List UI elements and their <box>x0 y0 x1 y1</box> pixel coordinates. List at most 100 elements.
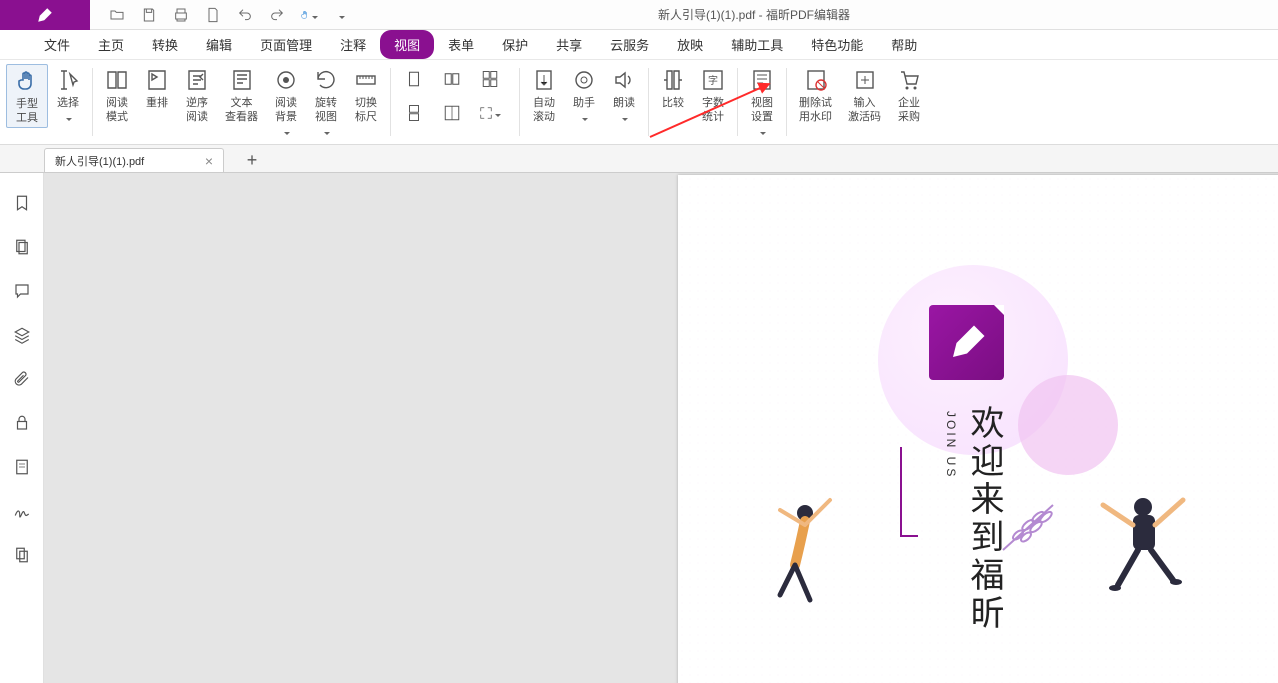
svg-text:字: 字 <box>708 74 718 87</box>
compare-icon <box>661 66 685 94</box>
open-icon[interactable] <box>108 6 126 24</box>
layers-icon[interactable] <box>12 325 32 345</box>
decorative-bracket <box>900 447 918 537</box>
hand-icon <box>15 67 39 95</box>
menu-convert[interactable]: 转换 <box>138 30 192 59</box>
autoscroll-icon <box>532 66 556 94</box>
dancer-left-illustration <box>760 495 850 615</box>
speaker-icon <box>612 66 636 94</box>
menu-comment[interactable]: 注释 <box>326 30 380 59</box>
ribbon: 手型 工具 选择 阅读 模式 重排 逆序 阅读 文本 查看器 阅读 背景 旋转 … <box>0 60 1278 145</box>
new-tab-button[interactable]: + <box>240 148 264 172</box>
ruler-icon <box>354 66 378 94</box>
wordcount-icon: 字 <box>701 66 725 94</box>
readbg-icon <box>274 66 298 94</box>
assistant-button[interactable]: 助手 <box>564 64 604 126</box>
reflow-button[interactable]: 重排 <box>137 64 177 112</box>
bookmark-icon[interactable] <box>12 193 32 213</box>
document-tab-strip: 新人引导(1)(1).pdf × + <box>0 145 1278 173</box>
security-icon[interactable] <box>12 413 32 433</box>
reading-mode-button[interactable]: 阅读 模式 <box>97 64 137 126</box>
menu-view[interactable]: 视图 <box>380 30 434 59</box>
form-icon[interactable] <box>12 457 32 477</box>
document-canvas[interactable]: JOIN US 欢迎来到福昕 <box>44 173 1278 683</box>
leaf-decoration <box>998 495 1068 555</box>
hand-small-icon[interactable] <box>300 6 318 24</box>
title-bar: 新人引导(1)(1).pdf - 福昕PDF编辑器 <box>0 0 1278 30</box>
save-icon[interactable] <box>140 6 158 24</box>
remove-watermark-icon <box>804 66 828 94</box>
layout-buttons-grid <box>395 60 515 144</box>
menu-slideshow[interactable]: 放映 <box>663 30 717 59</box>
comments-icon[interactable] <box>12 281 32 301</box>
chevron-down-icon <box>64 110 72 124</box>
cart-icon <box>897 66 921 94</box>
menu-share[interactable]: 共享 <box>542 30 596 59</box>
menu-tools[interactable]: 辅助工具 <box>717 30 797 59</box>
menu-cloud[interactable]: 云服务 <box>596 30 663 59</box>
cover-facing-icon[interactable] <box>441 102 463 124</box>
fit-page-icon[interactable] <box>479 102 501 124</box>
document-tab-label: 新人引导(1)(1).pdf <box>55 153 205 169</box>
compare-button[interactable]: 比较 <box>653 64 693 112</box>
decorative-circle-small <box>1018 375 1118 475</box>
menu-special[interactable]: 特色功能 <box>797 30 877 59</box>
viewsettings-button[interactable]: 视图 设置 <box>742 64 782 140</box>
menu-file[interactable]: 文件 <box>30 30 84 59</box>
ruler-button[interactable]: 切换 标尺 <box>346 64 386 126</box>
attachment-icon[interactable] <box>12 369 32 389</box>
pen-icon <box>946 322 988 364</box>
key-icon <box>853 66 877 94</box>
print-icon[interactable] <box>172 6 190 24</box>
remove-watermark-button[interactable]: 删除试 用水印 <box>791 64 840 126</box>
clipboard-icon[interactable] <box>12 545 32 565</box>
menu-page[interactable]: 页面管理 <box>246 30 326 59</box>
rotate-view-button[interactable]: 旋转 视图 <box>306 64 346 140</box>
page-icon[interactable] <box>204 6 222 24</box>
select-label: 选择 <box>57 96 79 110</box>
single-page-icon[interactable] <box>403 68 425 90</box>
facing-page-icon[interactable] <box>441 68 463 90</box>
menu-home[interactable]: 主页 <box>84 30 138 59</box>
joinus-text: JOIN US <box>944 411 958 479</box>
autoscroll-button[interactable]: 自动 滚动 <box>524 64 564 126</box>
enterprise-button[interactable]: 企业 采购 <box>889 64 929 126</box>
app-logo <box>0 0 90 30</box>
menu-edit[interactable]: 编辑 <box>192 30 246 59</box>
menu-protect[interactable]: 保护 <box>488 30 542 59</box>
pages-icon[interactable] <box>12 237 32 257</box>
page: JOIN US 欢迎来到福昕 <box>678 175 1278 683</box>
reverse-icon <box>185 66 209 94</box>
continuous-facing-icon[interactable] <box>479 68 501 90</box>
book-icon <box>105 66 129 94</box>
redo-icon[interactable] <box>268 6 286 24</box>
pen-icon <box>36 6 54 24</box>
hand-tool-button[interactable]: 手型 工具 <box>6 64 48 128</box>
select-button[interactable]: 选择 <box>48 64 88 126</box>
reverse-reading-button[interactable]: 逆序 阅读 <box>177 64 217 126</box>
continuous-icon[interactable] <box>403 102 425 124</box>
signature-icon[interactable] <box>12 501 32 521</box>
foxit-logo-square <box>929 305 1004 380</box>
close-tab-icon[interactable]: × <box>205 153 213 169</box>
cursor-text-icon <box>56 66 80 94</box>
menu-form[interactable]: 表单 <box>434 30 488 59</box>
activation-button[interactable]: 输入 激活码 <box>840 64 889 126</box>
menu-help[interactable]: 帮助 <box>877 30 931 59</box>
undo-icon[interactable] <box>236 6 254 24</box>
reflow-icon <box>145 66 169 94</box>
wordcount-button[interactable]: 字字数 统计 <box>693 64 733 126</box>
quick-access-toolbar <box>90 6 350 24</box>
rotate-icon <box>314 66 338 94</box>
hand-label: 手型 工具 <box>16 97 38 125</box>
readaloud-button[interactable]: 朗读 <box>604 64 644 126</box>
window-title: 新人引导(1)(1).pdf - 福昕PDF编辑器 <box>350 6 1278 23</box>
workspace: JOIN US 欢迎来到福昕 <box>0 173 1278 683</box>
text-viewer-button[interactable]: 文本 查看器 <box>217 64 266 126</box>
document-tab[interactable]: 新人引导(1)(1).pdf × <box>44 148 224 172</box>
assistant-icon <box>572 66 596 94</box>
dancer-right-illustration <box>1093 485 1193 615</box>
qat-dropdown-icon[interactable] <box>332 6 350 24</box>
read-background-button[interactable]: 阅读 背景 <box>266 64 306 140</box>
textviewer-icon <box>230 66 254 94</box>
